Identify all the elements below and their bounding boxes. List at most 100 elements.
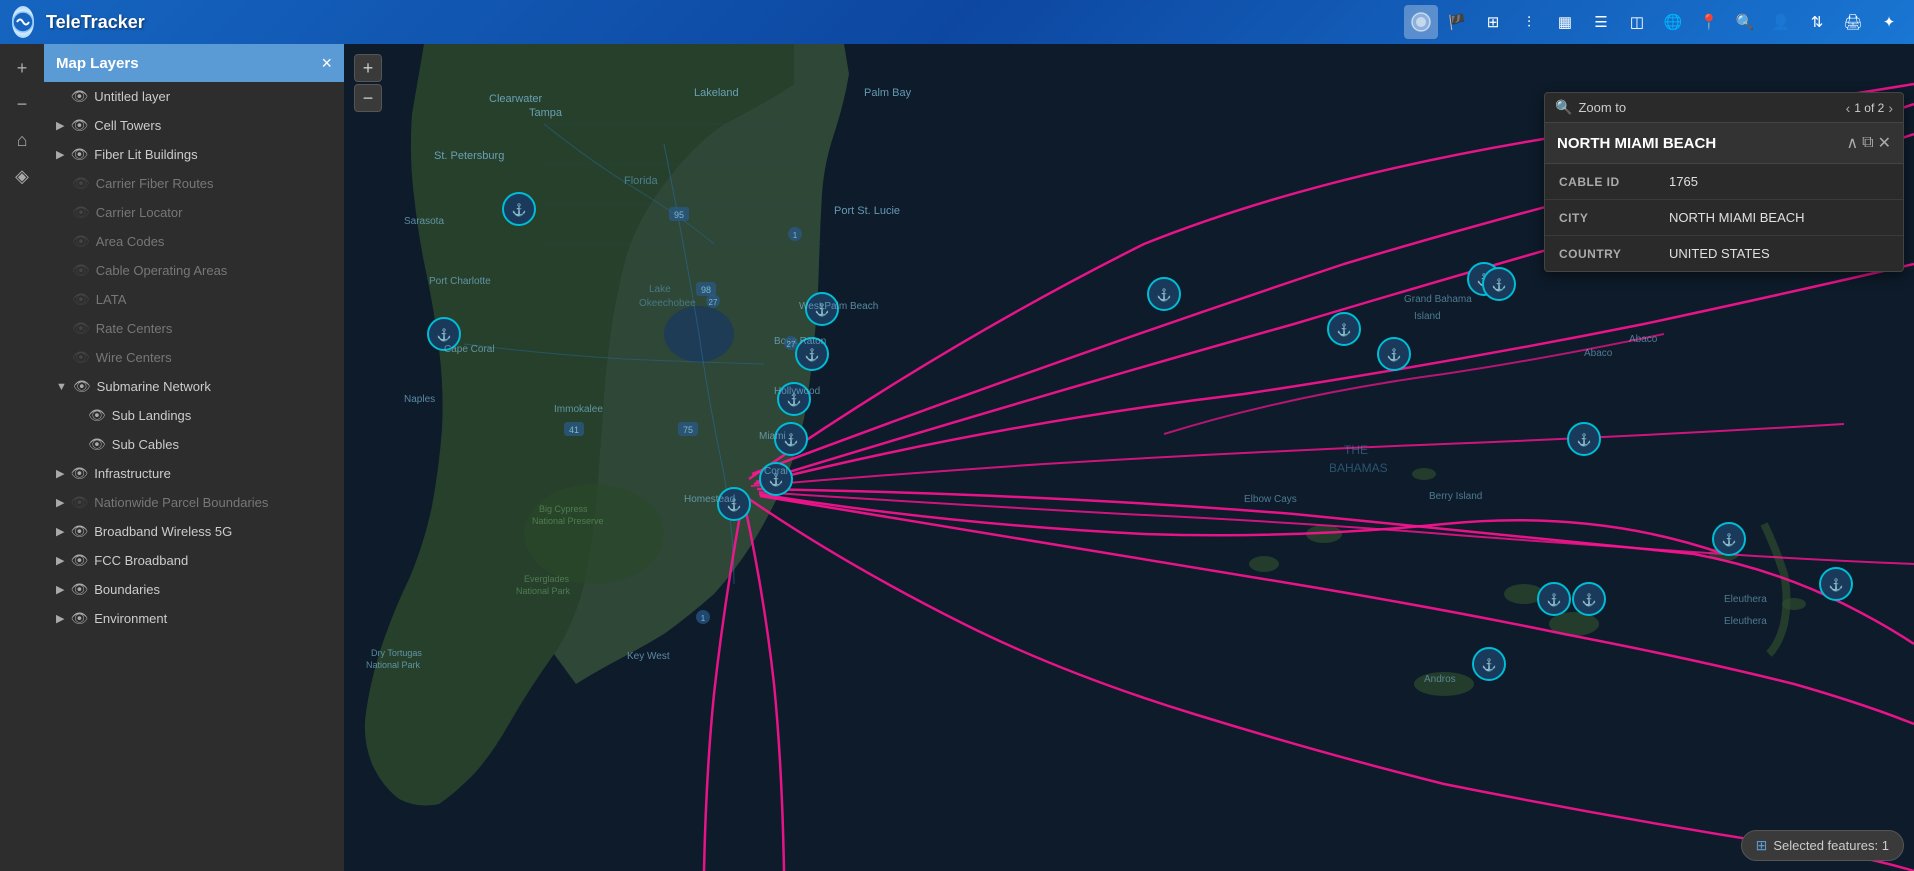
layer-label: Environment: [94, 611, 332, 626]
svg-text:⚓: ⚓: [1829, 578, 1844, 592]
svg-text:41: 41: [569, 425, 579, 435]
visibility-icon[interactable]: 👁: [72, 262, 90, 279]
grid-tool-button[interactable]: ⊞: [1476, 5, 1510, 39]
svg-text:Boca Raton: Boca Raton: [774, 336, 826, 347]
svg-text:⚓: ⚓: [1387, 348, 1402, 362]
layers-scroll[interactable]: ▶👁Untitled layer▶👁Cell Towers▶👁Fiber Lit…: [44, 82, 344, 871]
list-tool-button[interactable]: ☰: [1584, 5, 1618, 39]
visibility-icon[interactable]: 👁: [88, 407, 106, 424]
share-tool-button[interactable]: ⇅: [1800, 5, 1834, 39]
table-tool-button[interactable]: ▦: [1548, 5, 1582, 39]
layer-item-broadband-wireless[interactable]: ▶👁Broadband Wireless 5G: [44, 517, 344, 546]
visibility-icon[interactable]: 👁: [70, 494, 88, 511]
layer-item-cell-towers[interactable]: ▶👁Cell Towers: [44, 111, 344, 140]
home-side-button[interactable]: ⌂: [6, 124, 38, 156]
layer-item-fiber-lit[interactable]: ▶👁Fiber Lit Buildings: [44, 140, 344, 169]
visibility-icon[interactable]: 👁: [73, 378, 91, 395]
add-side-button[interactable]: +: [6, 52, 38, 84]
visibility-icon[interactable]: 👁: [70, 88, 88, 105]
svg-text:Naples: Naples: [404, 394, 435, 405]
popup-title: NORTH MIAMI BEACH: [1557, 135, 1842, 152]
layer-label: FCC Broadband: [94, 553, 332, 568]
map-area[interactable]: ⚓ ⚓ ⚓ ⚓ ⚓ ⚓ ⚓ ⚓ ⚓ ⚓ ⚓ ⚓: [344, 44, 1914, 871]
search-tool-button[interactable]: 🔍: [1728, 5, 1762, 39]
layer-item-submarine[interactable]: ▼👁Submarine Network: [44, 372, 344, 401]
svg-text:⚓: ⚓: [1582, 593, 1597, 607]
layers-tool-button[interactable]: [1404, 5, 1438, 39]
layer-label: Cable Operating Areas: [96, 263, 332, 278]
visibility-icon[interactable]: 👁: [72, 349, 90, 366]
visibility-icon[interactable]: 👁: [70, 610, 88, 627]
left-panel: + − ⌂ ◈: [0, 44, 44, 871]
zoom-in-button[interactable]: +: [354, 54, 382, 82]
svg-text:Sarasota: Sarasota: [404, 216, 444, 227]
visibility-icon[interactable]: 👁: [70, 523, 88, 540]
popup-field-row: CABLE ID 1765: [1545, 164, 1903, 200]
layer-item-infrastructure[interactable]: ▶👁Infrastructure: [44, 459, 344, 488]
layer-item-fcc-broadband[interactable]: ▶👁FCC Broadband: [44, 546, 344, 575]
visibility-icon[interactable]: 👁: [72, 291, 90, 308]
svg-text:⚓: ⚓: [1337, 323, 1352, 337]
selected-features-icon: ⊞: [1756, 837, 1768, 854]
svg-text:Grand Bahama: Grand Bahama: [1404, 294, 1472, 305]
svg-text:Okeechobee: Okeechobee: [639, 298, 696, 309]
layer-item-rate-centers[interactable]: 👁Rate Centers: [44, 314, 344, 343]
bookmark-side-button[interactable]: ◈: [6, 160, 38, 192]
star-tool-button[interactable]: ✦: [1872, 5, 1906, 39]
visibility-icon[interactable]: 👁: [72, 175, 90, 192]
popup-close-button[interactable]: ✕: [1878, 133, 1891, 153]
layer-item-boundaries[interactable]: ▶👁Boundaries: [44, 575, 344, 604]
minus-side-button[interactable]: −: [6, 88, 38, 120]
visibility-icon[interactable]: 👁: [72, 204, 90, 221]
popup-prev-button[interactable]: ‹: [1846, 100, 1851, 116]
svg-text:Immokalee: Immokalee: [554, 404, 603, 415]
layer-label: Carrier Fiber Routes: [96, 176, 332, 191]
logo-area: TeleTracker: [0, 6, 60, 38]
zoom-out-button[interactable]: −: [354, 84, 382, 112]
layer-item-carrier-fiber[interactable]: 👁 Carrier Fiber Routes: [44, 169, 344, 198]
svg-text:Key West: Key West: [627, 651, 670, 662]
layer-label: LATA: [96, 292, 332, 307]
svg-text:⚓: ⚓: [1492, 278, 1507, 292]
layers-close-button[interactable]: ×: [321, 54, 332, 72]
visibility-icon[interactable]: 👁: [70, 146, 88, 163]
print-tool-button[interactable]: 🖨: [1836, 5, 1870, 39]
visibility-icon[interactable]: 👁: [72, 320, 90, 337]
chart-tool-button[interactable]: ◫: [1620, 5, 1654, 39]
svg-text:Tampa: Tampa: [529, 107, 563, 119]
popup-next-button[interactable]: ›: [1888, 100, 1893, 116]
svg-text:Hollywood: Hollywood: [774, 386, 820, 397]
visibility-icon[interactable]: 👁: [70, 581, 88, 598]
layer-item-lata[interactable]: 👁 LATA: [44, 285, 344, 314]
layer-item-carrier-locator[interactable]: 👁Carrier Locator: [44, 198, 344, 227]
layer-label: Area Codes: [96, 234, 332, 249]
popup-copy-button[interactable]: ⧉: [1862, 134, 1873, 152]
visibility-icon[interactable]: 👁: [70, 117, 88, 134]
layer-item-environment[interactable]: ▶👁Environment: [44, 604, 344, 633]
layer-label: Nationwide Parcel Boundaries: [94, 495, 332, 510]
svg-text:Big Cypress: Big Cypress: [539, 504, 588, 514]
svg-text:⚓: ⚓: [1482, 658, 1497, 672]
svg-text:Lakeland: Lakeland: [694, 87, 739, 99]
layer-item-cable-op[interactable]: 👁 Cable Operating Areas: [44, 256, 344, 285]
user-tool-button[interactable]: 👤: [1764, 5, 1798, 39]
visibility-icon[interactable]: 👁: [70, 465, 88, 482]
globe-tool-button[interactable]: 🌐: [1656, 5, 1690, 39]
layer-item-sub-landings[interactable]: 👁Sub Landings: [44, 401, 344, 430]
layer-item-untitled[interactable]: ▶👁Untitled layer: [44, 82, 344, 111]
layer-item-area-codes[interactable]: 👁 Area Codes: [44, 227, 344, 256]
layers-header: Map Layers ×: [44, 44, 344, 82]
visibility-icon[interactable]: 👁: [72, 233, 90, 250]
popup-collapse-button[interactable]: ∧: [1846, 133, 1858, 153]
visibility-icon[interactable]: 👁: [70, 552, 88, 569]
visibility-icon[interactable]: 👁: [88, 436, 106, 453]
pin-tool-button[interactable]: 📍: [1692, 5, 1726, 39]
layer-item-wire-centers[interactable]: 👁Wire Centers: [44, 343, 344, 372]
filter-tool-button[interactable]: ⫶: [1512, 5, 1546, 39]
waypoint-tool-button[interactable]: 🏴: [1440, 5, 1474, 39]
layer-item-nationwide-parcel[interactable]: ▶👁Nationwide Parcel Boundaries: [44, 488, 344, 517]
layer-item-sub-cables[interactable]: 👁Sub Cables: [44, 430, 344, 459]
expand-icon: ▶: [56, 583, 64, 596]
svg-text:Miami: Miami: [759, 431, 786, 442]
svg-text:Everglades: Everglades: [524, 574, 570, 584]
